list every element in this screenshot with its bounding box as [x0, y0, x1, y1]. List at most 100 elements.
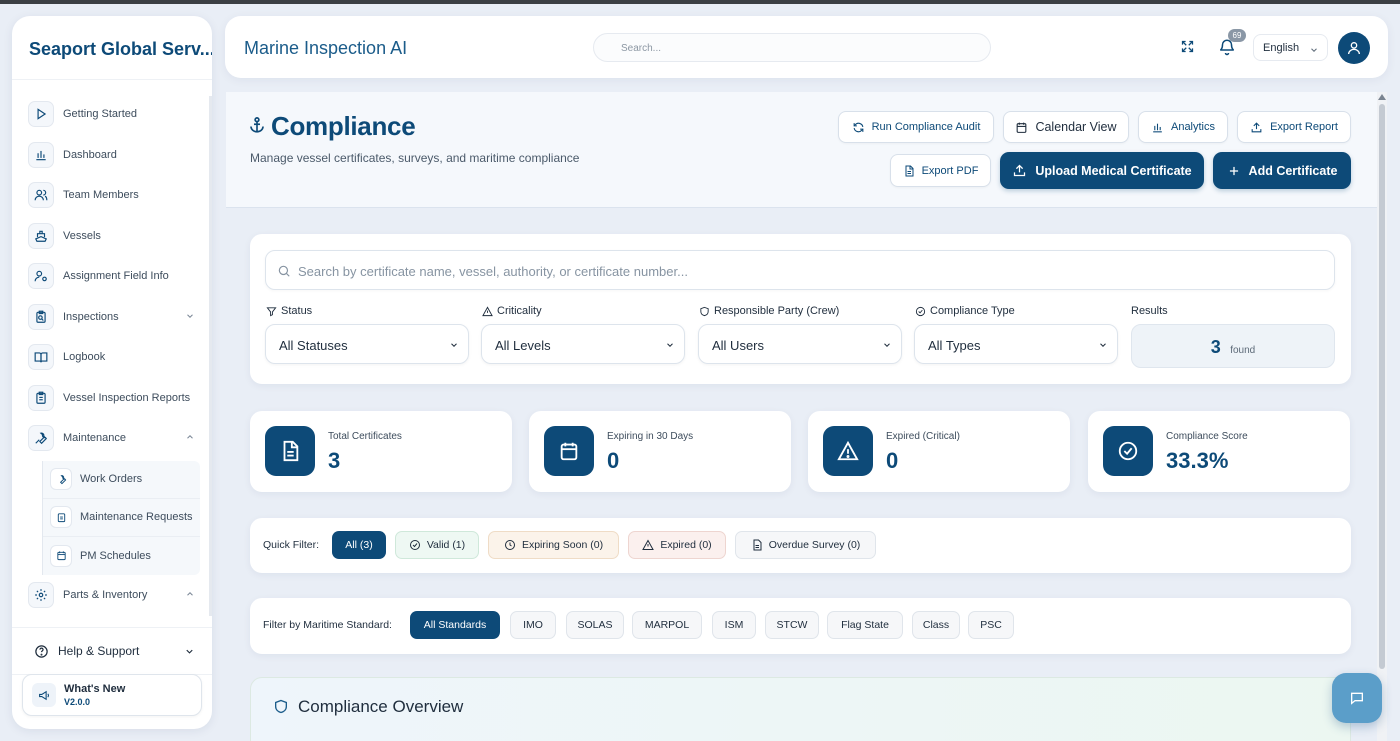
- help-support-item[interactable]: Help & Support: [12, 627, 212, 675]
- sidebar-item-label: Team Members: [63, 189, 139, 202]
- sidebar-subitem-work-orders[interactable]: Work Orders: [43, 461, 200, 499]
- export-report-button[interactable]: Export Report: [1237, 111, 1351, 143]
- calendar-icon: [1017, 122, 1027, 133]
- criticality-select[interactable]: All Levels: [481, 324, 685, 364]
- file-text-icon: [265, 426, 315, 476]
- certificate-search-input[interactable]: Search by certificate name, vessel, auth…: [265, 250, 1335, 290]
- bar-chart-icon: [1153, 123, 1162, 132]
- standard-psc[interactable]: PSC: [968, 611, 1014, 639]
- whats-new-button[interactable]: What's New V2.0.0: [22, 674, 202, 716]
- select-value: All Types: [928, 338, 981, 353]
- quick-filter-valid[interactable]: Valid (1): [395, 531, 479, 559]
- sidebar-item-logbook[interactable]: Logbook: [12, 337, 212, 378]
- global-search-input[interactable]: Search...: [593, 33, 991, 62]
- sidebar-item-label: Getting Started: [63, 108, 137, 121]
- pill-label: All (3): [345, 539, 373, 551]
- scroll-up-arrow-icon[interactable]: [1378, 94, 1386, 100]
- analytics-button[interactable]: Analytics: [1138, 111, 1228, 143]
- add-certificate-button[interactable]: Add Certificate: [1213, 152, 1351, 189]
- results-word: found: [1230, 345, 1256, 356]
- sidebar-item-vessels[interactable]: Vessels: [12, 216, 212, 257]
- page-title: Compliance: [271, 111, 416, 141]
- sidebar-item-label: Inspections: [63, 310, 119, 323]
- bar-chart-icon: [28, 141, 54, 168]
- quick-filter-expired[interactable]: Expired (0): [628, 531, 726, 559]
- sidebar-item-dashboard[interactable]: Dashboard: [12, 135, 212, 176]
- pill-label: STCW: [776, 619, 808, 631]
- chat-support-button[interactable]: [1332, 673, 1382, 723]
- sidebar-brand[interactable]: Seaport Global Serv...: [12, 16, 212, 80]
- fullscreen-icon[interactable]: [1180, 39, 1195, 54]
- search-icon: [277, 264, 291, 278]
- chevron-down-icon: [449, 340, 459, 350]
- quick-filter-overdue-survey[interactable]: Overdue Survey (0): [735, 531, 876, 559]
- check-circle-icon: [409, 540, 420, 550]
- stat-label: Expiring in 30 Days: [607, 431, 694, 442]
- pill-label: All Standards: [423, 619, 487, 631]
- button-label: Export PDF: [921, 164, 979, 177]
- pill-label: Expiring Soon (0): [521, 539, 604, 551]
- warning-icon: [482, 305, 493, 316]
- button-label: Analytics: [1170, 121, 1216, 133]
- button-label: Export Report: [1270, 121, 1338, 133]
- standard-solas[interactable]: SOLAS: [566, 611, 624, 639]
- pill-label: SOLAS: [577, 619, 613, 631]
- sidebar-item-maintenance[interactable]: Maintenance: [12, 418, 212, 459]
- chevron-down-icon: [185, 311, 195, 321]
- button-label: Calendar View: [1035, 120, 1117, 134]
- search-placeholder: Search by certificate name, vessel, auth…: [298, 264, 688, 279]
- quick-filter-expiring-soon[interactable]: Expiring Soon (0): [488, 531, 619, 559]
- calendar-icon: [544, 426, 594, 476]
- standard-stcw[interactable]: STCW: [765, 611, 819, 639]
- scrollbar-thumb[interactable]: [1379, 104, 1385, 669]
- users-icon: [28, 182, 54, 209]
- status-filter-label: Status: [266, 305, 312, 317]
- status-select[interactable]: All Statuses: [265, 324, 469, 364]
- main-scrollbar[interactable]: [1377, 92, 1387, 741]
- sidebar-item-inspections[interactable]: Inspections: [12, 297, 212, 338]
- sidebar-item-team-members[interactable]: Team Members: [12, 175, 212, 216]
- chevron-down-icon: [882, 340, 892, 350]
- standard-flag-state[interactable]: Flag State: [827, 611, 903, 639]
- calendar-view-button[interactable]: Calendar View: [1003, 111, 1129, 143]
- sidebar-item-label: Parts & Inventory: [63, 588, 148, 601]
- run-compliance-audit-button[interactable]: Run Compliance Audit: [838, 111, 994, 143]
- label-text: Responsible Party (Crew): [714, 305, 840, 317]
- wrench-icon: [28, 425, 54, 452]
- sidebar-subitem-pm-schedules[interactable]: PM Schedules: [43, 537, 200, 575]
- sidebar-item-vessel-inspection-reports[interactable]: Vessel Inspection Reports: [12, 378, 212, 419]
- standard-all[interactable]: All Standards: [410, 611, 500, 639]
- export-pdf-button[interactable]: Export PDF: [890, 154, 991, 187]
- upload-medical-certificate-button[interactable]: Upload Medical Certificate: [1000, 152, 1204, 189]
- sidebar-item-getting-started[interactable]: Getting Started: [12, 94, 212, 135]
- standard-class[interactable]: Class: [912, 611, 960, 639]
- quick-filter-all[interactable]: All (3): [332, 531, 386, 559]
- sidebar-item-parts-inventory[interactable]: Parts & Inventory: [12, 575, 212, 616]
- sidebar-subitem-maintenance-requests[interactable]: Maintenance Requests: [43, 499, 200, 537]
- stat-value: 3: [328, 448, 341, 473]
- chevron-up-icon: [185, 589, 195, 599]
- quick-filter-bar: Quick Filter: All (3) Valid (1) Expiring…: [250, 518, 1351, 573]
- standard-ism[interactable]: ISM: [712, 611, 756, 639]
- sidebar-item-label: Dashboard: [63, 148, 117, 161]
- pill-label: Valid (1): [426, 539, 466, 551]
- pill-label: Class: [922, 619, 950, 631]
- label-text: Criticality: [497, 305, 542, 317]
- compliance-type-select[interactable]: All Types: [914, 324, 1118, 364]
- anchor-icon: [248, 116, 266, 134]
- select-value: All Levels: [495, 338, 551, 353]
- language-select[interactable]: English: [1253, 34, 1328, 61]
- clipboard-icon: [50, 506, 72, 528]
- ship-icon: [28, 222, 54, 249]
- pill-label: Overdue Survey (0): [768, 539, 861, 551]
- stat-label: Expired (Critical): [886, 431, 960, 442]
- sidebar-item-assignment-field-info[interactable]: Assignment Field Info: [12, 256, 212, 297]
- responsible-party-select[interactable]: All Users: [698, 324, 902, 364]
- standard-imo[interactable]: IMO: [510, 611, 556, 639]
- filter-panel: Search by certificate name, vessel, auth…: [250, 234, 1351, 384]
- user-avatar[interactable]: [1338, 32, 1370, 64]
- results-count-box: 3 found: [1131, 324, 1335, 368]
- standard-marpol[interactable]: MARPOL: [632, 611, 702, 639]
- calendar-icon: [50, 544, 72, 567]
- sidebar-item-label: Assignment Field Info: [63, 270, 169, 283]
